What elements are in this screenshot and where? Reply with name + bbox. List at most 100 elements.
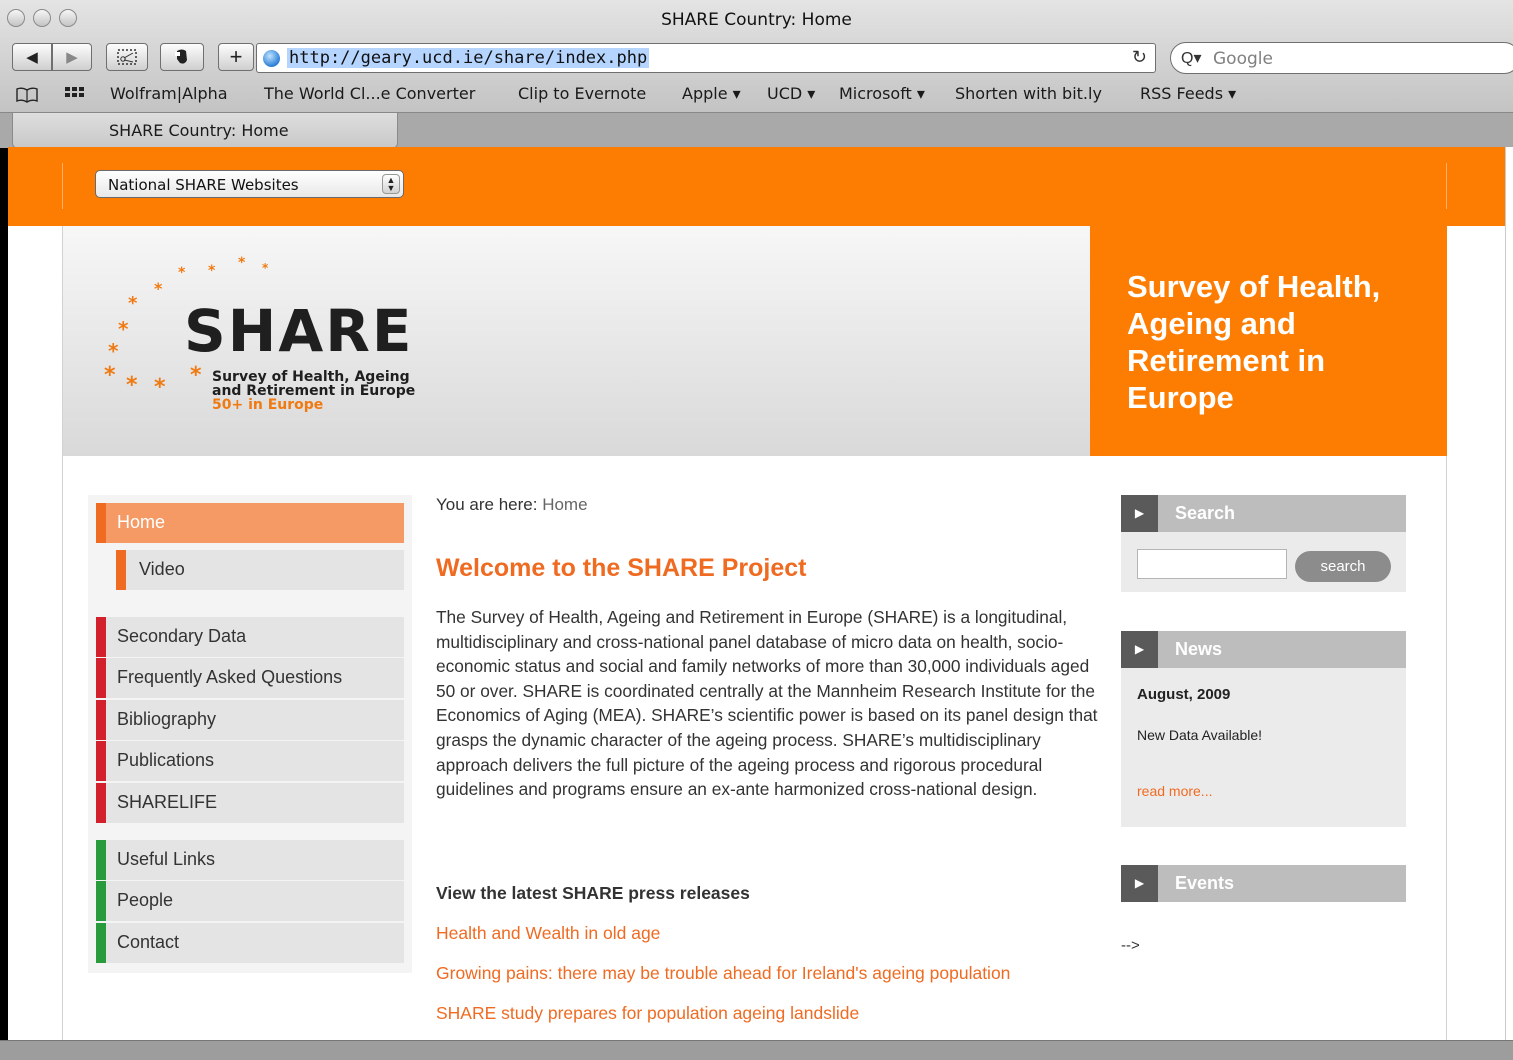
evernote-icon — [175, 49, 187, 64]
back-icon: ◀ — [26, 49, 38, 66]
search-icon: Q▾ — [1181, 50, 1202, 67]
plus-icon: + — [229, 44, 243, 69]
logo-star-icon: * — [128, 293, 138, 314]
nav-item-secondary-data[interactable]: Secondary Data — [96, 617, 404, 657]
triangle-right-icon: ▶ — [1121, 865, 1158, 902]
logo-subtitle-orange: 50+ in Europe — [212, 397, 324, 413]
logo-wordmark: SHARE — [184, 297, 414, 365]
evernote-button[interactable] — [160, 43, 204, 71]
breadcrumb-current[interactable]: Home — [542, 495, 587, 514]
logo-subtitle: Survey of Health, Ageing — [212, 369, 410, 385]
press-link-ageing-landslide[interactable]: SHARE study prepares for population agei… — [436, 1003, 859, 1024]
url-text[interactable]: http://geary.ucd.ie/share/index.php — [287, 48, 650, 68]
scissors-icon — [117, 49, 137, 65]
news-date: August, 2009 — [1137, 686, 1231, 703]
logo-star-icon: * — [190, 363, 202, 388]
search-box-title: Search — [1175, 503, 1236, 523]
web-page: National SHARE Websites ▲ ▼ * * * * * * *… — [8, 147, 1513, 1040]
logo-star-icon: * — [126, 373, 138, 398]
window-edge — [1505, 147, 1513, 1040]
divider — [1446, 163, 1447, 209]
logo-star-icon: * — [154, 375, 166, 400]
page-title: Welcome to the SHARE Project — [436, 554, 807, 582]
national-websites-value: National SHARE Websites — [108, 176, 299, 194]
status-bar — [0, 1040, 1513, 1060]
bookmark-evernote[interactable]: Clip to Evernote — [518, 84, 646, 103]
logo-star-icon: * — [118, 317, 129, 341]
nav-item-sharelife[interactable]: SHARELIFE — [96, 783, 404, 823]
header-tagline-box: Survey of Health, Ageing and Retirement … — [1090, 226, 1447, 456]
left-navigation: Home Video Secondary Data Frequently Ask… — [88, 495, 412, 973]
tab-share-home[interactable]: SHARE Country: Home — [12, 113, 398, 149]
bookmark-wolfram[interactable]: Wolfram|Alpha — [110, 84, 228, 103]
nav-item-bibliography[interactable]: Bibliography — [96, 700, 404, 740]
add-bookmark-button[interactable]: + — [218, 43, 254, 71]
globe-icon — [263, 50, 280, 67]
news-box-title: News — [1175, 639, 1223, 659]
news-read-more-link[interactable]: read more... — [1137, 783, 1212, 799]
logo-star-icon: * — [104, 363, 116, 388]
logo-star-icon: * — [178, 265, 186, 281]
logo-star-icon: * — [238, 255, 246, 271]
reload-icon[interactable]: ↻ — [1132, 47, 1147, 68]
triangle-right-icon: ▶ — [1121, 631, 1158, 668]
forward-button[interactable]: ▶ — [52, 43, 92, 71]
book-icon[interactable] — [16, 87, 38, 103]
search-placeholder: Google — [1213, 49, 1273, 69]
news-box-header: ▶ News — [1121, 631, 1406, 668]
back-button[interactable]: ◀ — [12, 43, 52, 71]
title-bar: SHARE Country: Home — [0, 0, 1513, 40]
bookmark-microsoft[interactable]: Microsoft ▾ — [839, 84, 925, 103]
bookmark-world-clock[interactable]: The World Cl...e Converter — [264, 84, 475, 103]
press-releases-heading: View the latest SHARE press releases — [436, 883, 750, 903]
logo-star-icon: * — [108, 339, 119, 363]
press-link-health-wealth[interactable]: Health and Wealth in old age — [436, 923, 660, 944]
search-box: search — [1121, 532, 1406, 592]
select-arrows-icon: ▲ ▼ — [382, 174, 400, 194]
news-box: August, 2009 New Data Available! read mo… — [1121, 668, 1406, 827]
forward-icon: ▶ — [66, 49, 78, 66]
logo-subtitle: and Retirement in Europe — [212, 383, 416, 399]
nav-item-people[interactable]: People — [96, 881, 404, 921]
site-search-input[interactable] — [1137, 549, 1287, 579]
browser-toolbar: ◀ ▶ + http://geary.ucd.ie/share/index.ph… — [0, 41, 1513, 77]
search-field[interactable]: Q▾ Google — [1170, 42, 1513, 74]
breadcrumb: You are here: Home — [436, 495, 588, 515]
grid-icon[interactable] — [64, 86, 86, 102]
snip-button[interactable] — [106, 43, 148, 71]
search-box-header: ▶ Search — [1121, 495, 1406, 532]
divider — [62, 226, 63, 1040]
logo-star-icon: * — [154, 279, 163, 298]
bookmark-apple[interactable]: Apple ▾ — [682, 84, 741, 103]
nav-item-home[interactable]: Home — [96, 503, 404, 543]
nav-item-publications[interactable]: Publications — [96, 741, 404, 781]
events-box-header: ▶ Events — [1121, 865, 1406, 902]
window-title: SHARE Country: Home — [661, 10, 852, 30]
browser-chrome: SHARE Country: Home ◀ ▶ + http://geary.u… — [0, 0, 1513, 149]
logo-star-icon: * — [208, 263, 216, 279]
tab-bar: SHARE Country: Home — [0, 112, 1513, 149]
tab-label: SHARE Country: Home — [109, 121, 289, 140]
logo-star-icon: * — [262, 261, 269, 275]
press-link-growing-pains[interactable]: Growing pains: there may be trouble ahea… — [436, 963, 1010, 984]
nav-item-video[interactable]: Video — [116, 550, 404, 590]
share-logo[interactable]: * * * * * * * * * * * * SHARE Survey of … — [98, 255, 418, 427]
events-box-title: Events — [1175, 873, 1235, 893]
bookmark-bitly[interactable]: Shorten with bit.ly — [955, 84, 1102, 103]
breadcrumb-label: You are here: — [436, 495, 543, 514]
site-search-button[interactable]: search — [1295, 551, 1391, 582]
top-orange-bar: National SHARE Websites ▲ ▼ — [8, 147, 1513, 226]
divider — [62, 163, 63, 209]
triangle-right-icon: ▶ — [1121, 495, 1158, 532]
bookmark-rss[interactable]: RSS Feeds ▾ — [1140, 84, 1236, 103]
bookmarks-bar: Wolfram|Alpha The World Cl...e Converter… — [0, 80, 1513, 110]
bookmark-ucd[interactable]: UCD ▾ — [767, 84, 815, 103]
nav-item-faq[interactable]: Frequently Asked Questions — [96, 658, 404, 698]
address-bar[interactable]: http://geary.ucd.ie/share/index.php ↻ — [256, 43, 1156, 73]
header-tagline: Survey of Health, Ageing and Retirement … — [1127, 269, 1381, 415]
nav-item-useful-links[interactable]: Useful Links — [96, 840, 404, 880]
news-item: New Data Available! — [1137, 727, 1263, 743]
intro-paragraph: The Survey of Health, Ageing and Retirem… — [436, 607, 1098, 800]
nav-item-contact[interactable]: Contact — [96, 923, 404, 963]
national-websites-select[interactable]: National SHARE Websites ▲ ▼ — [95, 170, 404, 198]
